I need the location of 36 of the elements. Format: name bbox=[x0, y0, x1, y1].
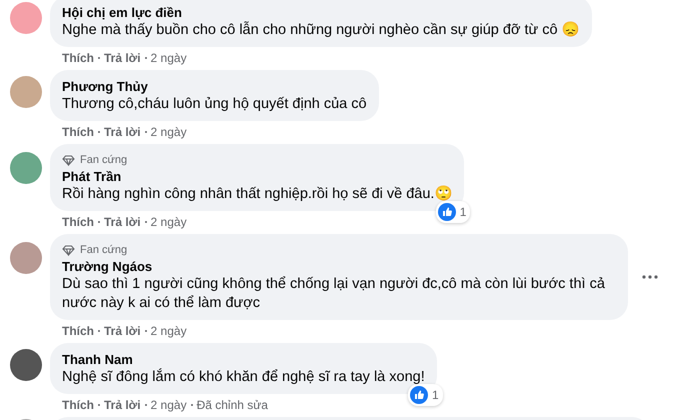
comment-text: Rồi hàng nghìn công nhân thất nghiệp.rồi họ sẽ đi về đâu.🙄 bbox=[62, 185, 452, 204]
reaction-count[interactable]: 1 bbox=[408, 384, 443, 406]
like-link[interactable]: Thích bbox=[62, 124, 94, 140]
comment-text: Nghe mà thấy buồn cho cô lẫn cho những người nghèo cần sự giúp đỡ từ cô 😞 bbox=[62, 21, 580, 40]
badge-label: Fan cứng bbox=[80, 153, 128, 168]
diamond-icon bbox=[62, 244, 75, 256]
comment-time[interactable]: 2 ngày bbox=[150, 124, 187, 140]
more-icon bbox=[642, 275, 658, 279]
like-link[interactable]: Thích bbox=[62, 50, 94, 66]
reply-link[interactable]: Trả lời bbox=[104, 323, 141, 339]
author-name[interactable]: Trường Ngáos bbox=[62, 258, 616, 275]
edited-label: Đã chỉnh sửa bbox=[196, 397, 268, 413]
reply-link[interactable]: Trả lời bbox=[104, 214, 141, 230]
reply-link[interactable]: Trả lời bbox=[104, 50, 141, 66]
avatar[interactable] bbox=[10, 349, 42, 381]
like-link[interactable]: Thích bbox=[62, 214, 94, 230]
comment-text: Dù sao thì 1 người cũng không thể chống lại vạn người đc,cô mà còn lùi bước thì cả nước này k ai có thể làm được bbox=[62, 275, 606, 313]
badge-label: Fan cứng bbox=[80, 243, 128, 258]
like-link[interactable]: Thích bbox=[62, 397, 94, 413]
comment-time[interactable]: 2 ngày bbox=[150, 50, 187, 66]
author-name[interactable]: Phát Trần bbox=[62, 168, 452, 185]
comment-text: Thương cô,cháu luôn ủng hộ quyết định của cô bbox=[62, 95, 367, 114]
like-icon bbox=[410, 386, 428, 404]
reaction-count[interactable]: 1 bbox=[436, 201, 470, 223]
author-name[interactable]: Phương Thủy bbox=[62, 78, 367, 95]
comment-time[interactable]: 2 ngày bbox=[150, 214, 187, 230]
diamond-icon bbox=[62, 154, 75, 166]
comment-text: Nghệ sĩ đông lắm có khó khăn để nghệ sĩ ra tay là xong! bbox=[62, 368, 425, 387]
author-name[interactable]: Thanh Nam bbox=[62, 351, 425, 368]
like-link[interactable]: Thích bbox=[62, 323, 94, 339]
comment-time[interactable]: 2 ngày bbox=[150, 323, 187, 339]
like-icon bbox=[438, 203, 456, 221]
comment-time[interactable]: 2 ngày bbox=[150, 397, 187, 413]
reply-link[interactable]: Trả lời bbox=[104, 397, 141, 413]
author-name[interactable]: Hội chị em lực điền bbox=[62, 4, 580, 21]
reply-link[interactable]: Trả lời bbox=[104, 124, 141, 140]
